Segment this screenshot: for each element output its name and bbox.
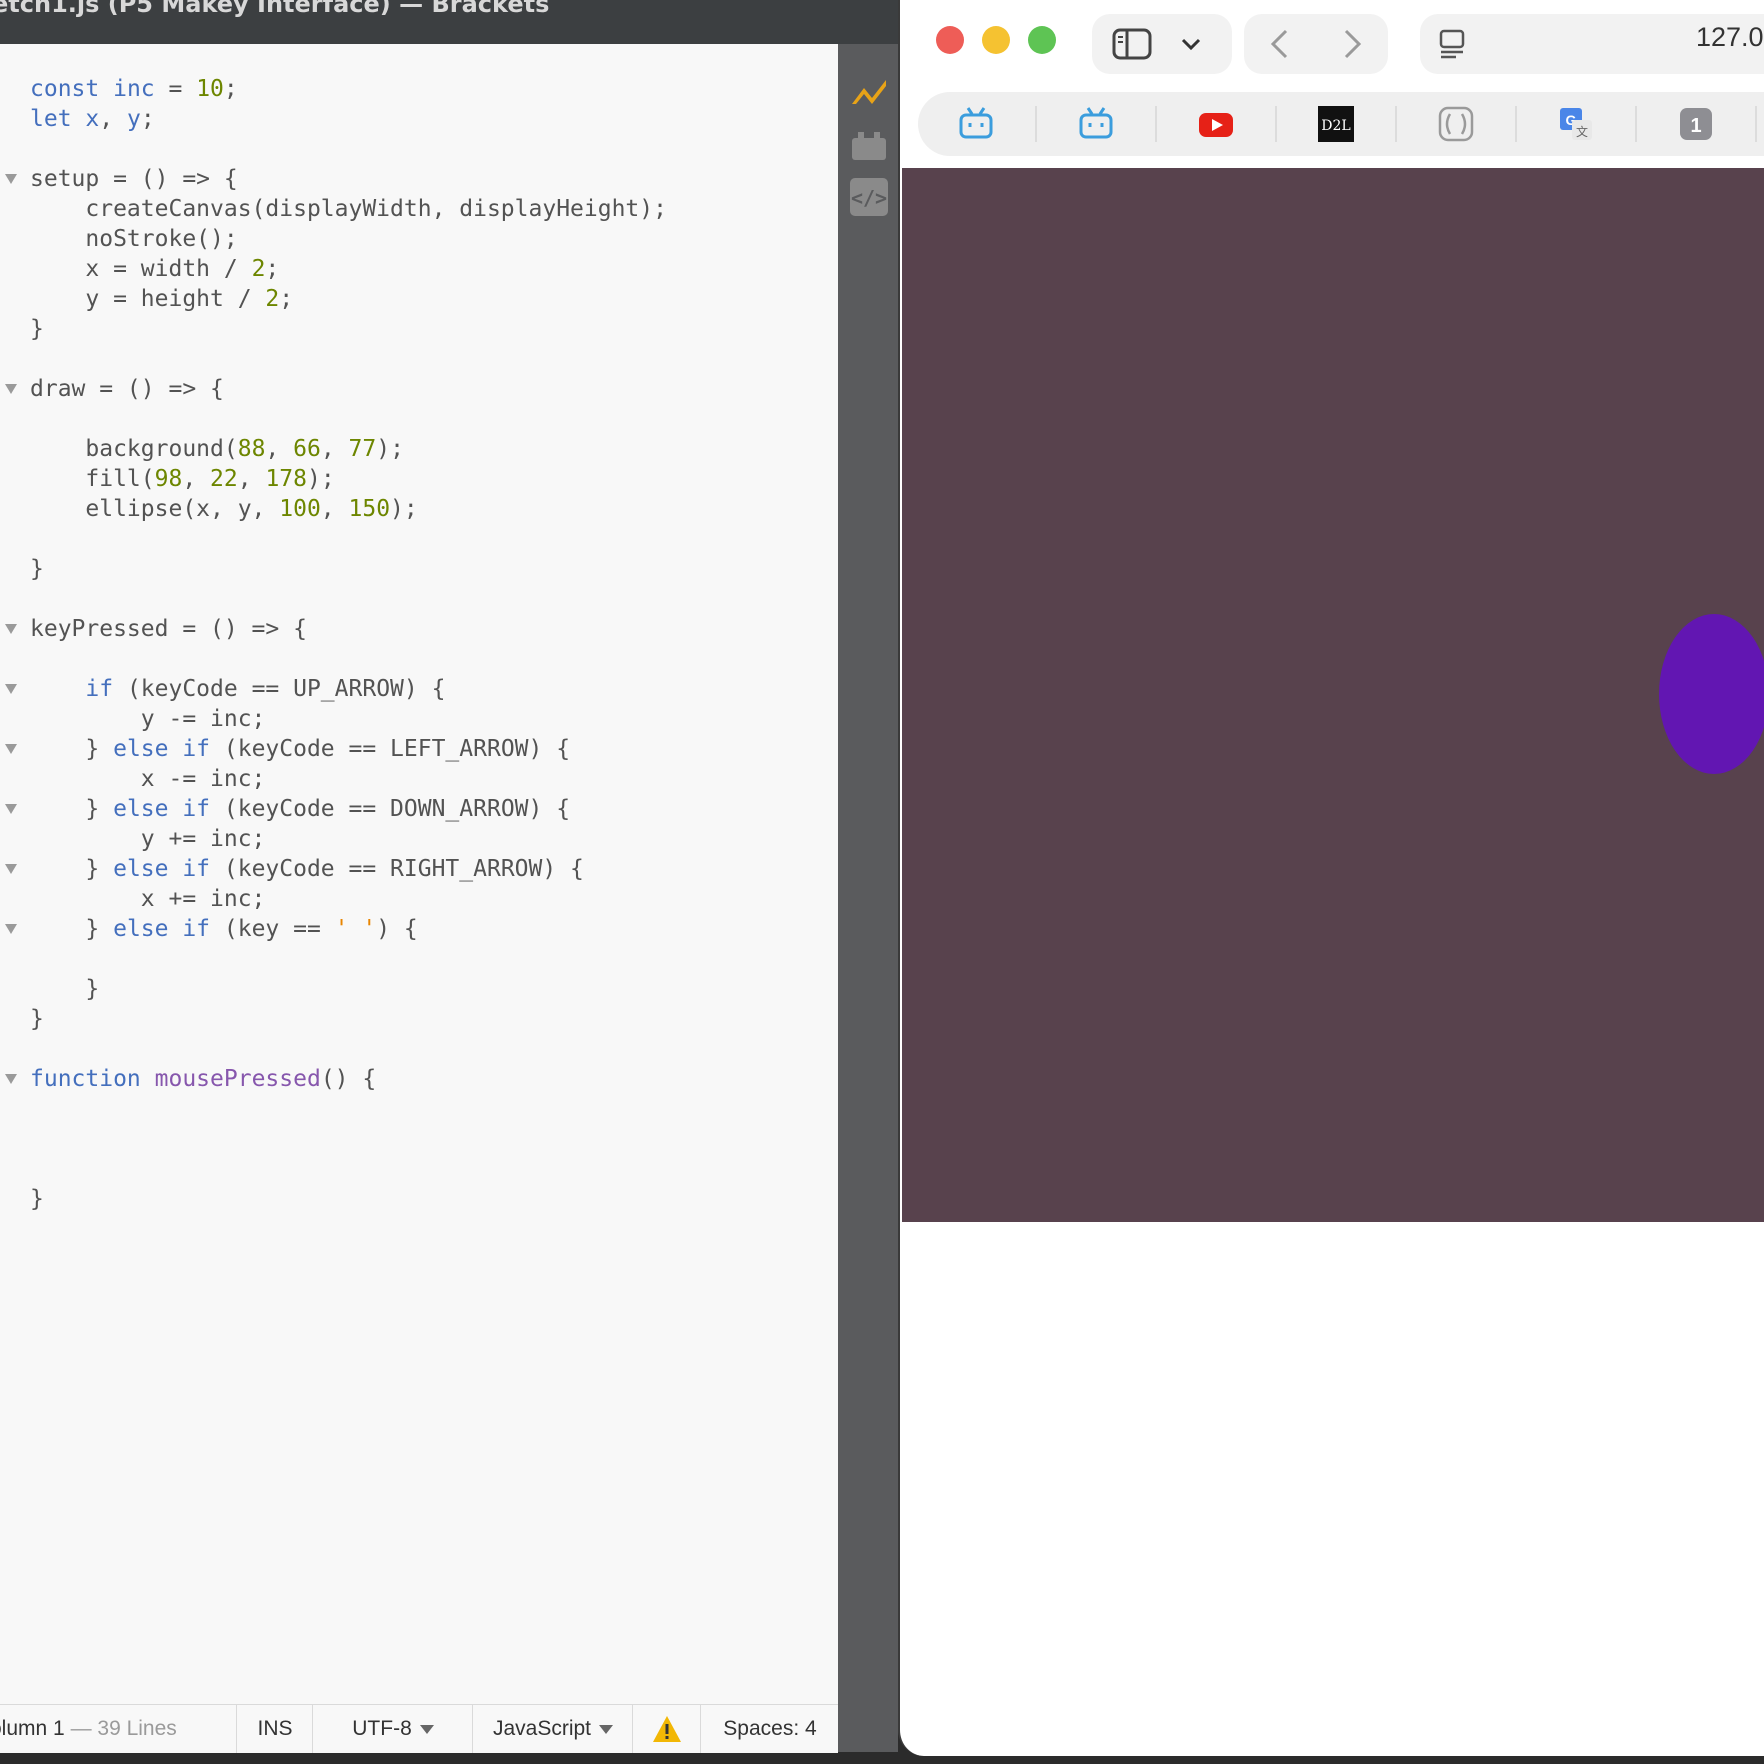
reader-icon[interactable] [1438, 28, 1466, 60]
svg-text:</>: </> [851, 186, 887, 210]
fold-arrow-icon[interactable] [5, 1074, 17, 1084]
fold-arrow-icon[interactable] [5, 924, 17, 934]
extension-manager-icon[interactable] [850, 126, 888, 164]
code-text: } else if (key == ' ') { [30, 916, 418, 942]
code-text: } else if (keyCode == DOWN_ARROW) { [30, 796, 571, 822]
fold-arrow-icon[interactable] [5, 684, 17, 694]
numbered-bookmark-icon[interactable]: 1 [1678, 106, 1714, 142]
language-select[interactable]: JavaScript [472, 1705, 633, 1753]
indent-setting[interactable]: Spaces: 4 [700, 1705, 839, 1753]
google-translate-icon[interactable]: G 文 [1558, 106, 1594, 142]
encoding-select[interactable]: UTF-8 [312, 1705, 473, 1753]
editor-side-toolbar: </> [838, 44, 898, 1752]
code-text: x = width / 2; [30, 256, 280, 282]
fold-arrow-icon[interactable] [5, 174, 17, 184]
cursor-position[interactable]: olumn 1 — 39 Lines [0, 1705, 230, 1753]
fold-arrow-icon[interactable] [5, 744, 17, 754]
editor-window: etch1.js (P5 Makey Interface) — Brackets… [0, 0, 898, 1753]
code-text: if (keyCode == UP_ARROW) { [85, 676, 446, 702]
p5-canvas[interactable] [902, 168, 1764, 1222]
zoom-window-button[interactable] [1028, 26, 1056, 54]
arc-icon[interactable] [1438, 106, 1474, 142]
code-text: } [30, 1006, 44, 1032]
code-text: fill(98, 22, 178); [30, 466, 335, 492]
code-text: x += inc; [30, 886, 266, 912]
code-text: x -= inc; [30, 766, 266, 792]
window-title: etch1.js (P5 Makey Interface) — Brackets [0, 0, 550, 18]
line-count: — 39 Lines [70, 1717, 177, 1740]
svg-text:D2L: D2L [1321, 118, 1350, 134]
youtube-icon[interactable] [1198, 106, 1234, 142]
chevron-down-icon [599, 1724, 614, 1734]
bilibili-icon[interactable] [958, 106, 994, 142]
sidebar-icon[interactable] [1112, 28, 1152, 60]
navigation-controls [1244, 14, 1388, 74]
code-text: background(88, 66, 77); [30, 436, 404, 462]
fold-arrow-icon[interactable] [5, 864, 17, 874]
code-text: } else if (keyCode == LEFT_ARROW) { [30, 736, 571, 762]
code-text: const inc = 10; [30, 76, 238, 102]
spaces-value: 4 [805, 1717, 817, 1740]
sidebar-controls [1092, 14, 1232, 74]
code-text: } [30, 316, 44, 342]
svg-text:1: 1 [1690, 115, 1701, 137]
code-text: createCanvas(displayWidth, displayHeight… [30, 196, 667, 222]
warning-icon [653, 1716, 681, 1743]
linter-warning[interactable] [632, 1705, 701, 1753]
code-text: noStroke(); [30, 226, 238, 252]
url-text: 127.0. [1696, 22, 1764, 52]
chevron-down-icon[interactable] [1180, 36, 1202, 52]
editor-title-bar: etch1.js (P5 Makey Interface) — Brackets [0, 0, 898, 44]
chevron-down-icon [419, 1724, 434, 1734]
spaces-label: Spaces: [723, 1717, 800, 1740]
encoding-label: UTF-8 [352, 1717, 412, 1740]
svg-text:文: 文 [1576, 124, 1588, 139]
code-text: y += inc; [30, 826, 266, 852]
forward-icon[interactable] [1340, 28, 1364, 60]
code-text: keyPressed = () => { [30, 616, 307, 642]
code-text: } [30, 1186, 44, 1212]
purple-ellipse [1659, 614, 1764, 774]
code-text: y = height / 2; [30, 286, 294, 312]
fold-arrow-icon[interactable] [5, 804, 17, 814]
favorites-bar: D2L G 文 1 [918, 92, 1764, 156]
code-text: y -= inc; [30, 706, 266, 732]
fold-arrow-icon[interactable] [5, 624, 17, 634]
browser-toolbar: 127.0. [900, 0, 1764, 90]
code-text: function mousePressed() { [30, 1066, 377, 1092]
cursor-position-label: olumn 1 [0, 1717, 65, 1740]
insert-mode-toggle[interactable]: INS [236, 1705, 313, 1753]
code-text: ellipse(x, y, 100, 150); [30, 496, 418, 522]
code-text: } [30, 556, 44, 582]
code-text: setup = () => { [30, 166, 238, 192]
fold-arrow-icon[interactable] [5, 384, 17, 394]
code-text: } else if (keyCode == RIGHT_ARROW) { [30, 856, 584, 882]
insert-mode-label: INS [257, 1717, 293, 1740]
code-editor[interactable]: const inc = 10; let x, y; setup = () => { … [0, 44, 838, 1704]
minimize-window-button[interactable] [982, 26, 1010, 54]
d2l-icon[interactable]: D2L [1318, 106, 1354, 142]
back-icon[interactable] [1268, 28, 1292, 60]
code-text: } [30, 976, 100, 1002]
status-bar: olumn 1 — 39 Lines INS UTF-8 JavaScript … [0, 1704, 838, 1753]
language-label: JavaScript [492, 1717, 592, 1740]
live-preview-icon[interactable] [850, 74, 888, 112]
close-window-button[interactable] [936, 26, 964, 54]
code-text: let x, y; [30, 106, 155, 132]
code-view-icon[interactable]: </> [850, 178, 888, 216]
browser-window: 127.0. D2L G 文 1 [898, 0, 1764, 1756]
bilibili-icon[interactable] [1078, 106, 1114, 142]
code-text: draw = () => { [30, 376, 224, 402]
